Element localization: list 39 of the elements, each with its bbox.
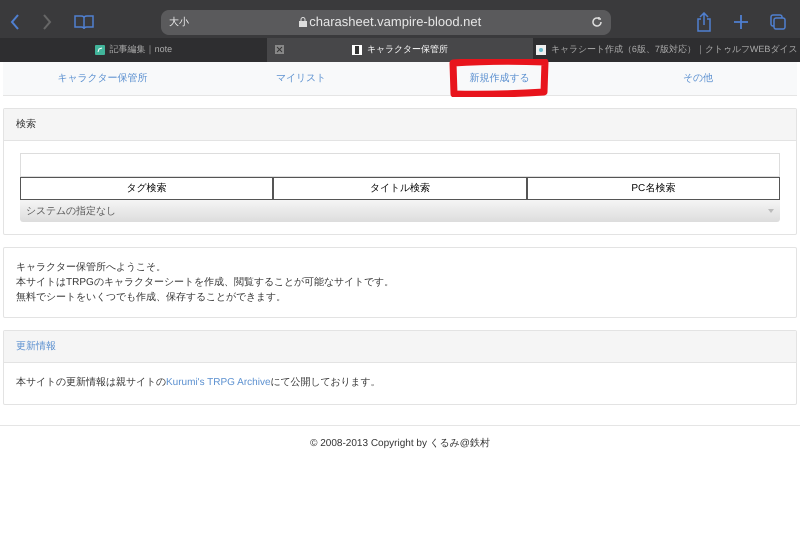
nav-link[interactable]: その他 [682, 71, 713, 86]
lock-icon [298, 16, 307, 27]
panel-title: 更新情報 [16, 341, 56, 352]
browser-tab[interactable]: キャラクター保管所 [266, 38, 534, 62]
panel-title: 検索 [4, 109, 796, 141]
note-favicon-icon [94, 45, 105, 55]
tabs-icon[interactable] [770, 14, 786, 30]
tab-title: キャラクター保管所 [367, 43, 448, 56]
reload-icon[interactable] [591, 16, 603, 28]
system-select[interactable]: システムの指定なし [20, 200, 780, 222]
tab-title: 記事編集｜note [110, 43, 172, 56]
back-icon[interactable] [10, 14, 20, 30]
favicon-icon [536, 45, 546, 55]
search-button[interactable]: PC名検索 [526, 177, 780, 200]
share-icon[interactable] [696, 12, 712, 32]
film-strip-icon [352, 45, 362, 55]
nav-link[interactable]: マイリスト [276, 71, 326, 86]
dropdown-caret-icon [768, 209, 774, 213]
welcome-text: 無料でシートをいくつでも作成、保存することができます。 [16, 290, 287, 305]
text-size-button[interactable]: 大小 [169, 14, 189, 30]
welcome-text: 本サイトはTRPGのキャラクターシートを作成、閲覧することが可能なサイトです。 [16, 276, 395, 290]
search-field[interactable] [20, 153, 780, 177]
copyright-text: © 2008-2013 Copyright by くるみ@鉄村 [310, 438, 490, 449]
tab-title: キャラシート作成（6版、7版対応）｜クトゥルフWEBダイス [550, 43, 798, 56]
browser-tab[interactable]: キャラシート作成（6版、7版対応）｜クトゥルフWEBダイス [533, 38, 800, 62]
archive-link[interactable]: Kurumi's TRPG Archive [166, 377, 271, 388]
welcome-text: キャラクター保管所へようこそ。 [16, 260, 167, 275]
forward-icon[interactable] [42, 14, 52, 30]
url-text: charasheet.vampire-blood.net [309, 12, 482, 31]
select-value: システムの指定なし [26, 204, 116, 218]
close-icon[interactable] [274, 45, 284, 54]
book-icon[interactable] [74, 14, 94, 30]
search-button[interactable]: タグ検索 [20, 177, 274, 200]
update-text: 本サイトの更新情報は親サイトのKurumi's TRPG Archiveにて公開しております。 [15, 376, 382, 390]
search-button[interactable]: タイトル検索 [273, 177, 527, 200]
browser-tab[interactable]: 記事編集｜note [0, 38, 267, 62]
nav-link[interactable]: キャラクター保管所 [57, 71, 148, 86]
plus-icon[interactable] [734, 15, 748, 29]
address-bar[interactable]: 大小 charasheet.vampire-blood.net [161, 10, 611, 34]
